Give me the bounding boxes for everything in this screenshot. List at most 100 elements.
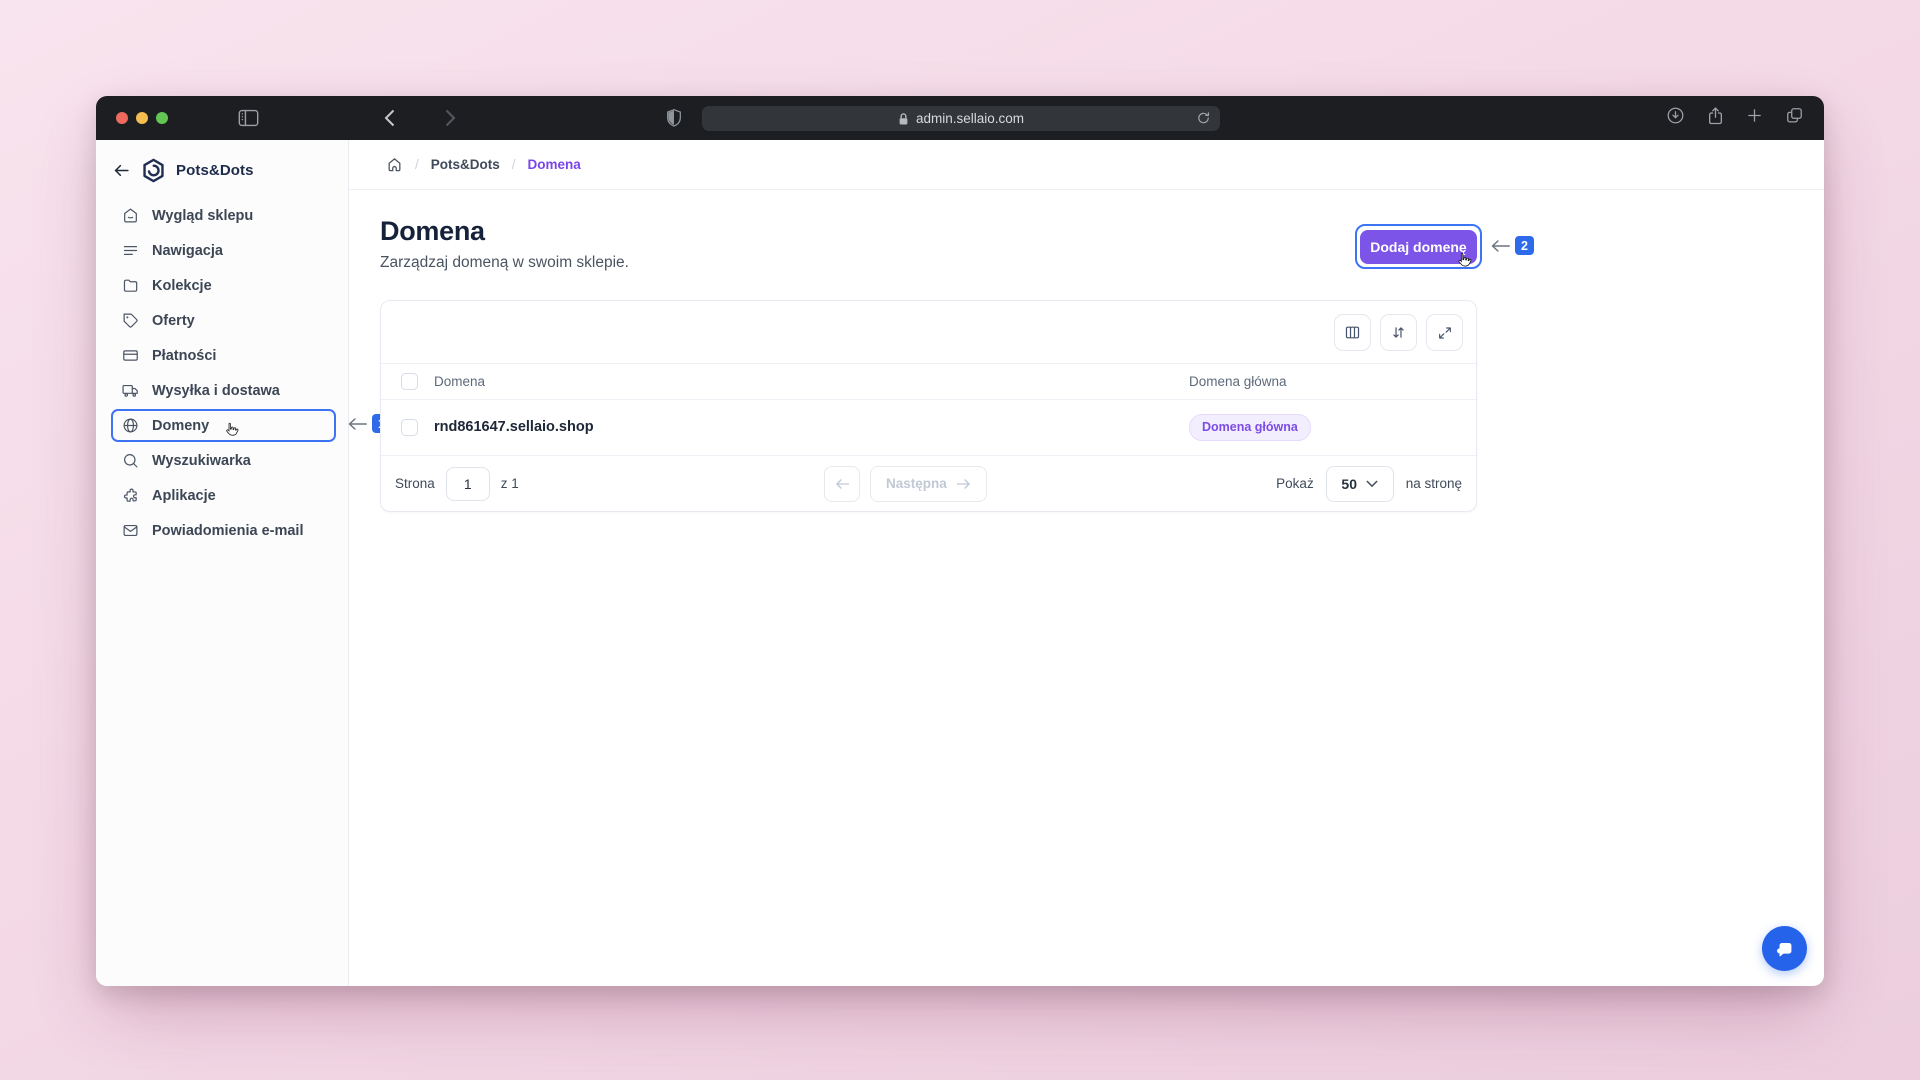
shield-icon[interactable] bbox=[666, 109, 682, 128]
sidebar-toggle-icon[interactable] bbox=[238, 109, 259, 127]
page-of-label: z 1 bbox=[501, 476, 519, 491]
table-row[interactable]: rnd861647.sellaio.shop Domena główna bbox=[381, 399, 1476, 456]
arrow-right-icon bbox=[956, 478, 971, 490]
columns-icon bbox=[1344, 324, 1361, 341]
arrow-left-icon bbox=[835, 478, 850, 490]
address-bar[interactable]: admin.sellaio.com bbox=[702, 106, 1220, 131]
sidebar-item-wyszukiwarka[interactable]: Wyszukiwarka bbox=[111, 444, 336, 477]
breadcrumb-separator: / bbox=[512, 157, 516, 172]
next-page-label: Następna bbox=[886, 476, 947, 491]
table-toolbar bbox=[1334, 314, 1463, 351]
tab-overview-icon[interactable] bbox=[1785, 106, 1804, 130]
sidebar-item-label: Płatności bbox=[152, 348, 216, 364]
table-header-row: Domena Domena główna bbox=[381, 363, 1476, 400]
reload-icon[interactable] bbox=[1196, 110, 1211, 129]
sidebar-item-label: Aplikacje bbox=[152, 488, 216, 504]
tag-icon bbox=[122, 312, 139, 329]
traffic-lights bbox=[116, 112, 168, 124]
forward-button[interactable] bbox=[445, 109, 456, 127]
share-icon[interactable] bbox=[1707, 106, 1724, 131]
url-text: admin.sellaio.com bbox=[916, 111, 1024, 126]
sidebar-item-label: Wysyłka i dostawa bbox=[152, 383, 280, 399]
home-icon[interactable] bbox=[386, 156, 403, 173]
collapse-sidebar-icon[interactable] bbox=[112, 161, 131, 180]
per-page-group: Pokaż 50 na stronę bbox=[1276, 466, 1462, 502]
sort-button[interactable] bbox=[1380, 314, 1417, 351]
sidebar-item-label: Oferty bbox=[152, 313, 195, 329]
menu-lines-icon bbox=[122, 242, 139, 259]
sidebar-item-wyglad-sklepu[interactable]: Wygląd sklepu bbox=[111, 199, 336, 232]
folder-icon bbox=[122, 277, 139, 294]
back-button[interactable] bbox=[384, 109, 395, 127]
page-head: Domena Zarządzaj domeną w swoim sklepie. bbox=[380, 216, 629, 272]
browser-window: admin.sellaio.com bbox=[96, 96, 1824, 986]
sidebar-item-label: Wygląd sklepu bbox=[152, 208, 253, 224]
sidebar-item-domeny[interactable]: Domeny bbox=[111, 409, 336, 442]
new-tab-icon[interactable] bbox=[1746, 107, 1763, 129]
per-page-select[interactable]: 50 bbox=[1326, 466, 1394, 502]
sidebar-item-oferty[interactable]: Oferty bbox=[111, 304, 336, 337]
per-page-value: 50 bbox=[1341, 476, 1357, 492]
sidebar-item-platnosci[interactable]: Płatności bbox=[111, 339, 336, 372]
zoom-window-button[interactable] bbox=[156, 112, 168, 124]
downloads-icon[interactable] bbox=[1666, 106, 1685, 130]
truck-icon bbox=[122, 382, 139, 399]
sidebar-item-kolekcje[interactable]: Kolekcje bbox=[111, 269, 336, 302]
globe-icon bbox=[122, 417, 139, 434]
chevron-down-icon bbox=[1366, 480, 1378, 488]
storefront-icon bbox=[122, 207, 139, 224]
previous-page-button[interactable] bbox=[824, 466, 860, 502]
annotation-arrow-icon bbox=[1490, 239, 1510, 253]
puzzle-icon bbox=[122, 487, 139, 504]
search-icon bbox=[122, 452, 139, 469]
breadcrumb-shop[interactable]: Pots&Dots bbox=[431, 157, 500, 172]
expand-button[interactable] bbox=[1426, 314, 1463, 351]
column-header-primary[interactable]: Domena główna bbox=[1189, 374, 1287, 389]
columns-button[interactable] bbox=[1334, 314, 1371, 351]
sidebar-item-label: Nawigacja bbox=[152, 243, 223, 259]
lock-icon bbox=[898, 112, 909, 126]
main-content: / Pots&Dots / Domena Domena Zarządzaj do… bbox=[349, 140, 1824, 986]
domain-cell[interactable]: rnd861647.sellaio.shop bbox=[434, 419, 594, 435]
next-page-button[interactable]: Następna bbox=[870, 466, 987, 502]
expand-icon bbox=[1437, 325, 1453, 341]
add-domain-button[interactable]: Dodaj domenę bbox=[1360, 230, 1477, 264]
brand-logo-icon bbox=[141, 158, 166, 183]
close-window-button[interactable] bbox=[116, 112, 128, 124]
column-header-domain[interactable]: Domena bbox=[434, 374, 485, 389]
sidebar-item-nawigacja[interactable]: Nawigacja bbox=[111, 234, 336, 267]
per-page-label: na stronę bbox=[1406, 476, 1462, 491]
breadcrumb-separator: / bbox=[415, 157, 419, 172]
credit-card-icon bbox=[122, 347, 139, 364]
primary-domain-badge: Domena główna bbox=[1189, 414, 1311, 441]
sidebar-item-powiadomienia[interactable]: Powiadomienia e-mail bbox=[111, 514, 336, 547]
pagination-nav-group: Następna bbox=[824, 466, 987, 502]
page-subtitle: Zarządzaj domeną w swoim sklepie. bbox=[380, 254, 629, 272]
pagination: Strona z 1 Następna bbox=[381, 456, 1476, 511]
sidebar-item-label: Powiadomienia e-mail bbox=[152, 523, 304, 539]
show-label: Pokaż bbox=[1276, 476, 1314, 491]
browser-chrome: admin.sellaio.com bbox=[96, 96, 1824, 140]
brand-name: Pots&Dots bbox=[176, 162, 254, 179]
select-all-checkbox[interactable] bbox=[401, 373, 418, 390]
page-number-input[interactable] bbox=[446, 467, 490, 501]
page-title: Domena bbox=[380, 216, 629, 247]
sidebar-header: Pots&Dots bbox=[96, 140, 348, 193]
pagination-page-group: Strona z 1 bbox=[395, 467, 519, 501]
sidebar-item-label: Kolekcje bbox=[152, 278, 212, 294]
sidebar-item-label: Wyszukiwarka bbox=[152, 453, 251, 469]
minimize-window-button[interactable] bbox=[136, 112, 148, 124]
sidebar-item-aplikacje[interactable]: Aplikacje bbox=[111, 479, 336, 512]
sidebar-item-wysylka[interactable]: Wysyłka i dostawa bbox=[111, 374, 336, 407]
mail-icon bbox=[122, 522, 139, 539]
hand-cursor-icon bbox=[223, 422, 239, 438]
page-label: Strona bbox=[395, 476, 435, 491]
chat-bubble-icon bbox=[1774, 938, 1796, 960]
sort-icon bbox=[1390, 324, 1407, 341]
chat-launcher-button[interactable] bbox=[1762, 926, 1807, 971]
breadcrumb-current[interactable]: Domena bbox=[528, 157, 581, 172]
row-checkbox[interactable] bbox=[401, 419, 418, 436]
sidebar-menu: Wygląd sklepu Nawigacja Kolekcje bbox=[96, 199, 348, 547]
breadcrumb: / Pots&Dots / Domena bbox=[349, 140, 1824, 190]
domains-table-card: Domena Domena główna rnd861647.sellaio.s… bbox=[380, 300, 1477, 512]
